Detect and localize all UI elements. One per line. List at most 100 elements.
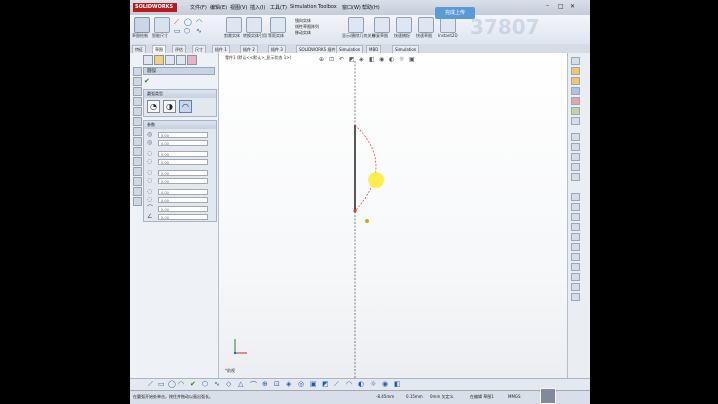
tab-addin-3[interactable]: 插件 3: [268, 45, 286, 53]
mid-y-field[interactable]: 0.00: [158, 197, 208, 203]
left-tool-6-icon[interactable]: [133, 117, 142, 126]
center-x-field[interactable]: 0.00: [158, 132, 208, 138]
bottom-tool-6-icon[interactable]: ⬡: [202, 380, 208, 388]
menu-toolbox[interactable]: Toolbox: [318, 4, 337, 10]
start-x-field[interactable]: 0.00: [158, 151, 208, 157]
tool-h-icon[interactable]: [571, 213, 580, 221]
bottom-tool-12-icon[interactable]: ⊡: [274, 380, 280, 388]
arc-icon[interactable]: ◠: [196, 18, 202, 26]
tool-g-icon[interactable]: [571, 203, 580, 211]
relations-icon[interactable]: [348, 17, 364, 33]
move-entities-item[interactable]: 移动实体: [295, 30, 319, 36]
tool-n-icon[interactable]: [571, 273, 580, 281]
tangent-arc-icon[interactable]: ◑: [163, 100, 176, 113]
bottom-tool-5-icon[interactable]: ✔: [190, 380, 196, 388]
bottom-tool-14-icon[interactable]: ◎: [298, 380, 304, 388]
bottom-tool-7-icon[interactable]: ∿: [214, 380, 220, 388]
configuration-icon[interactable]: [165, 55, 175, 65]
bottom-tool-15-icon[interactable]: ▣: [310, 380, 317, 388]
polygon-icon[interactable]: ⬡: [184, 27, 190, 35]
quick-snaps-icon[interactable]: [396, 17, 412, 33]
task-resources-icon[interactable]: [571, 57, 580, 65]
end-x-field[interactable]: 0.00: [158, 170, 208, 176]
bottom-tool-13-icon[interactable]: ◈: [286, 380, 291, 388]
upload-complete-button[interactable]: 完成上传: [435, 7, 475, 19]
trim-icon[interactable]: [226, 17, 242, 33]
offset-icon[interactable]: [270, 17, 286, 33]
left-tool-9-icon[interactable]: [133, 147, 142, 156]
start-y-field[interactable]: 0.00: [158, 159, 208, 165]
task-custom-properties-icon[interactable]: [571, 107, 580, 115]
left-tool-1-icon[interactable]: [133, 67, 142, 76]
center-arc-icon[interactable]: ◔: [147, 100, 160, 113]
bottom-tool-10-icon[interactable]: ⌒: [250, 380, 257, 390]
bottom-tool-9-icon[interactable]: △: [238, 380, 243, 388]
radius-field[interactable]: 0.00: [158, 206, 208, 212]
three-point-arc-icon[interactable]: ◠: [179, 100, 192, 113]
instant2d-icon[interactable]: [440, 17, 456, 33]
bottom-tool-11-icon[interactable]: ⊕: [262, 380, 268, 388]
tool-c-icon[interactable]: [571, 153, 580, 161]
tool-j-icon[interactable]: [571, 233, 580, 241]
rectangle-icon[interactable]: ▭: [174, 27, 181, 35]
menu-help[interactable]: 帮助(H): [362, 4, 380, 11]
tool-b-icon[interactable]: [571, 143, 580, 151]
bottom-tool-17-icon[interactable]: ⟋: [334, 380, 339, 389]
task-design-library-icon[interactable]: [571, 67, 580, 75]
left-tool-2-icon[interactable]: [133, 77, 142, 86]
tab-dimxpert[interactable]: 尺寸: [192, 45, 206, 53]
bottom-tool-3-icon[interactable]: ◯: [168, 380, 176, 388]
tab-evaluate[interactable]: 评估: [172, 45, 186, 53]
task-forum-icon[interactable]: [571, 117, 580, 125]
end-y-field[interactable]: 0.00: [158, 178, 208, 184]
display-manager-icon[interactable]: [187, 55, 197, 65]
smart-dimension-icon[interactable]: [154, 17, 170, 33]
menu-insert[interactable]: 插入(I): [250, 4, 265, 11]
ok-check-icon[interactable]: ✔: [144, 77, 150, 85]
graphics-area[interactable]: 零件1 (默认<<默认>_显示状态 1>) ⊕ ⊡ ↶ ◩ ◈ ◧ ◉ ◐ ☼ …: [219, 53, 567, 378]
left-tool-10-icon[interactable]: [133, 157, 142, 166]
menu-simulation[interactable]: Simulation: [290, 4, 317, 10]
tab-solidworks-addins[interactable]: SOLIDWORKS 插件: [296, 45, 339, 53]
tool-p-icon[interactable]: [571, 293, 580, 301]
task-appearances-icon[interactable]: [571, 97, 580, 105]
spline-icon[interactable]: ∿: [196, 27, 202, 35]
convert-entities-icon[interactable]: [246, 17, 262, 33]
sketch-icon[interactable]: [134, 17, 150, 33]
bottom-tool-4-icon[interactable]: ◠: [178, 380, 184, 388]
property-manager-icon[interactable]: [154, 55, 164, 65]
tool-o-icon[interactable]: [571, 283, 580, 291]
left-tool-8-icon[interactable]: [133, 137, 142, 146]
arc-type-header[interactable]: 圆弧类型: [144, 90, 216, 98]
left-tool-7-icon[interactable]: [133, 127, 142, 136]
tab-features[interactable]: 特征: [132, 45, 146, 53]
tool-f-icon[interactable]: [571, 193, 580, 201]
arc-start-point[interactable]: [353, 209, 357, 213]
tab-mbd[interactable]: MBD: [366, 45, 382, 53]
parameters-header[interactable]: 参数: [144, 121, 216, 129]
angle-field[interactable]: 0.00: [158, 214, 208, 220]
bottom-tool-16-icon[interactable]: ◩: [322, 380, 329, 388]
left-tool-13-icon[interactable]: [133, 187, 142, 196]
bottom-tool-8-icon[interactable]: ◇: [226, 380, 231, 388]
tab-addin-2[interactable]: 插件 2: [240, 45, 258, 53]
line-icon[interactable]: ⟋: [174, 18, 179, 27]
bottom-tool-2-icon[interactable]: ▭: [158, 380, 165, 388]
task-file-explorer-icon[interactable]: [571, 77, 580, 85]
tab-addin-1[interactable]: 插件 1: [212, 45, 230, 53]
left-tool-3-icon[interactable]: [133, 87, 142, 96]
bottom-tool-18-icon[interactable]: ◠: [346, 380, 352, 388]
left-tool-4-icon[interactable]: [133, 97, 142, 106]
tool-d-icon[interactable]: [571, 163, 580, 171]
menu-edit[interactable]: 编辑(E): [210, 4, 227, 11]
menu-view[interactable]: 视图(V): [230, 4, 247, 11]
tool-l-icon[interactable]: [571, 253, 580, 261]
left-tool-11-icon[interactable]: [133, 167, 142, 176]
minimize-icon[interactable]: –: [546, 2, 549, 9]
tool-k-icon[interactable]: [571, 243, 580, 251]
tab-simulation-2[interactable]: Simulation: [392, 45, 420, 53]
menu-window[interactable]: 窗口(W): [342, 4, 361, 11]
tool-a-icon[interactable]: [571, 133, 580, 141]
feature-tree-icon[interactable]: [143, 55, 153, 65]
tool-m-icon[interactable]: [571, 263, 580, 271]
